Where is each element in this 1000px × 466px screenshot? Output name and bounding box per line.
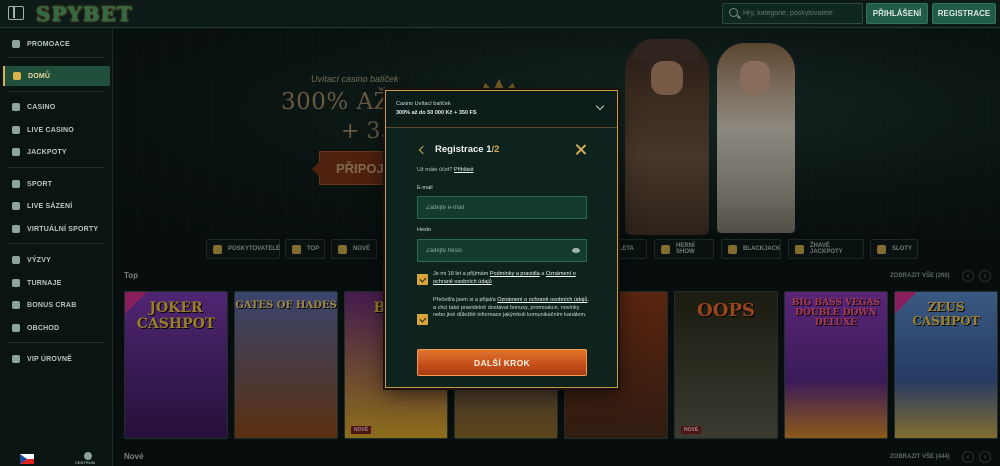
crab-icon (12, 301, 20, 309)
live-icon (12, 126, 20, 134)
have-account-text: Už máte účet? Přihlásit (417, 167, 474, 173)
sidebar-item-label: VIRTUÁLNÍ SPORTY (27, 225, 99, 233)
terms-link[interactable]: Podmínky a pravidla (490, 271, 540, 277)
divider (8, 243, 105, 244)
sidebar-item-label: BONUS CRAB (27, 301, 77, 309)
divider (8, 91, 105, 92)
chevron-down-icon[interactable] (595, 101, 605, 111)
eye-icon[interactable] (572, 248, 580, 253)
trophy-icon (12, 279, 20, 287)
virtual-icon (12, 225, 20, 233)
jackpot-icon (12, 148, 20, 156)
sidebar-item-vip-urovne[interactable]: VIP ÚROVNĚ (0, 350, 112, 368)
next-step-button[interactable]: DALŠÍ KROK (417, 349, 587, 376)
sidebar-footer: CENTRUM (0, 450, 112, 466)
terms-consent-text: Je mi 18 let a přijímám Podmínky a pravi… (433, 271, 593, 286)
sidebar: PROMOACE DOMŮ CASINO LIVE CASINO JACKPOT… (0, 29, 113, 466)
bonus-value: 300% až do 50 000 Kč + 350 FS (396, 110, 477, 116)
sidebar-item-label: PROMOACE (27, 40, 70, 48)
vip-icon (12, 355, 20, 363)
czech-flag-icon[interactable] (20, 454, 34, 464)
password-label: Heslo (417, 227, 432, 233)
sidebar-item-label: CASINO (27, 103, 56, 111)
help-label: CENTRUM (75, 460, 95, 465)
sidebar-item-live-casino[interactable]: LIVE CASINO (0, 121, 112, 139)
sidebar-item-turnaje[interactable]: TURNAJE (0, 274, 112, 292)
sidebar-item-casino[interactable]: CASINO (0, 98, 112, 116)
divider (8, 167, 105, 168)
email-label: E-mail (417, 185, 433, 191)
marketing-consent-text: Přečetl/a jsem si a přijal/a Oznámení o … (433, 297, 593, 320)
top-header: SPYBET PŘIHLÁŠENÍ REGISTRACE (0, 0, 1000, 28)
sidebar-item-sport[interactable]: SPORT (0, 175, 112, 193)
registration-title-text: Registrace (435, 144, 484, 155)
sidebar-item-jackpoty[interactable]: JACKPOTY (0, 143, 112, 161)
divider (8, 57, 105, 58)
sidebar-item-live-sazeni[interactable]: LIVE SÁZENÍ (0, 197, 112, 215)
ball-icon (12, 180, 20, 188)
registration-title: Registrace 1/2 (435, 144, 499, 155)
password-field[interactable] (417, 239, 587, 262)
sidebar-item-label: LIVE SÁZENÍ (27, 202, 73, 210)
bonus-selector[interactable]: Casino Uvítací balíček 300% až do 50 000… (386, 91, 617, 128)
bonus-title: Casino Uvítací balíček (396, 101, 451, 107)
page: SPYBET PŘIHLÁŠENÍ REGISTRACE PROMOACE DO… (0, 0, 1000, 466)
cards-icon (12, 103, 20, 111)
terms-checkbox[interactable] (417, 274, 428, 285)
consent-text: Přečetl/a jsem si a přijal/a (433, 297, 496, 303)
sidebar-item-label: JACKPOTY (27, 148, 67, 156)
login-button[interactable]: PŘIHLÁŠENÍ (866, 3, 928, 24)
help-icon[interactable] (84, 452, 92, 460)
sidebar-item-obchod[interactable]: OBCHOD (0, 319, 112, 337)
sidebar-item-domu[interactable]: DOMŮ (3, 66, 110, 86)
home-icon (13, 72, 21, 80)
logo[interactable]: SPYBET (36, 2, 133, 26)
sidebar-item-label: VÝZVY (27, 256, 51, 264)
sidebar-item-label: LIVE CASINO (27, 126, 74, 134)
close-icon[interactable] (575, 144, 586, 155)
consent-and: a (541, 271, 545, 277)
privacy-link[interactable]: Oznámení o ochraně osobních údajů (497, 297, 587, 303)
sidebar-item-label: DOMŮ (28, 72, 51, 80)
email-input[interactable] (426, 202, 571, 214)
password-input[interactable] (426, 245, 571, 257)
search-icon (729, 8, 738, 17)
shop-icon (12, 324, 20, 332)
back-arrow-icon[interactable] (418, 145, 428, 155)
sidebar-toggle-icon[interactable] (8, 6, 24, 20)
sidebar-item-label: SPORT (27, 180, 53, 188)
register-button[interactable]: REGISTRACE (932, 3, 996, 24)
marketing-checkbox[interactable] (417, 314, 428, 325)
live-bet-icon (12, 202, 20, 210)
sidebar-item-bonus-crab[interactable]: BONUS CRAB (0, 296, 112, 314)
consent-text: Je mi 18 let a přijímám (433, 271, 489, 277)
login-link[interactable]: Přihlásit (454, 167, 474, 173)
challenge-icon (12, 256, 20, 264)
sidebar-item-virtualni-sporty[interactable]: VIRTUÁLNÍ SPORTY (0, 220, 112, 238)
search-box[interactable] (722, 3, 863, 24)
step-total: /2 (491, 144, 500, 155)
sidebar-item-label: TURNAJE (27, 279, 62, 287)
divider (8, 342, 105, 343)
sidebar-item-promoace[interactable]: PROMOACE (0, 35, 112, 53)
search-input[interactable] (743, 6, 861, 21)
registration-modal: Casino Uvítací balíček 300% až do 50 000… (385, 90, 618, 388)
email-field[interactable] (417, 196, 587, 219)
gift-icon (12, 40, 20, 48)
sidebar-item-label: OBCHOD (27, 324, 60, 332)
sidebar-item-vyzvy[interactable]: VÝZVY (0, 251, 112, 269)
sidebar-item-label: VIP ÚROVNĚ (27, 355, 73, 363)
have-account-label: Už máte účet? (417, 167, 453, 173)
